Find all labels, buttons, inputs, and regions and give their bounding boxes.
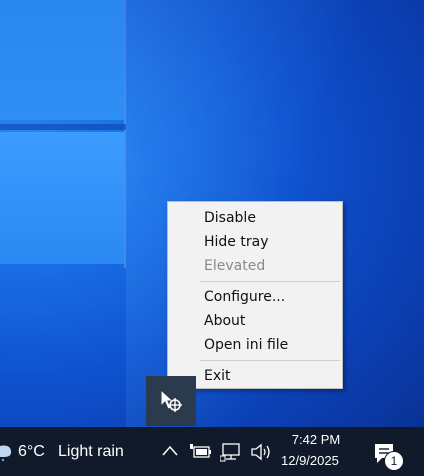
menu-separator xyxy=(200,360,340,361)
notification-count-badge: 1 xyxy=(384,451,404,471)
clock-time[interactable]: 7:42 PM xyxy=(286,432,346,447)
menu-item-configure[interactable]: Configure... xyxy=(168,285,342,309)
menu-separator xyxy=(200,281,340,282)
wallpaper-pane-top xyxy=(0,0,124,120)
wallpaper-divider-horizontal xyxy=(0,124,126,130)
volume-icon[interactable] xyxy=(250,443,272,461)
rain-cloud-icon[interactable] xyxy=(0,442,12,462)
clock-date[interactable]: 12/9/2025 xyxy=(281,453,339,468)
battery-plug-icon[interactable] xyxy=(189,443,213,461)
show-hidden-icons-chevron-icon[interactable] xyxy=(161,444,179,458)
tray-overflow-panel xyxy=(146,376,196,426)
wallpaper-divider-vertical xyxy=(124,0,126,268)
weather-condition[interactable]: Light rain xyxy=(58,443,124,461)
network-icon[interactable] xyxy=(220,442,242,462)
menu-item-disable[interactable]: Disable xyxy=(168,206,342,230)
taskbar: 6°C Light rain 7:42 PM 12/9/2025 1 xyxy=(0,427,424,476)
tray-context-menu: Disable Hide tray Elevated Configure... … xyxy=(167,201,343,389)
weather-temperature[interactable]: 6°C xyxy=(18,443,45,461)
desktop-background: Disable Hide tray Elevated Configure... … xyxy=(0,0,424,476)
wallpaper-pane-bottom xyxy=(0,132,124,264)
menu-item-hide-tray[interactable]: Hide tray xyxy=(168,230,342,254)
menu-item-about[interactable]: About xyxy=(168,309,342,333)
app-tray-icon[interactable] xyxy=(158,388,184,414)
menu-item-open-ini-file[interactable]: Open ini file xyxy=(168,333,342,357)
menu-item-elevated: Elevated xyxy=(204,258,266,274)
